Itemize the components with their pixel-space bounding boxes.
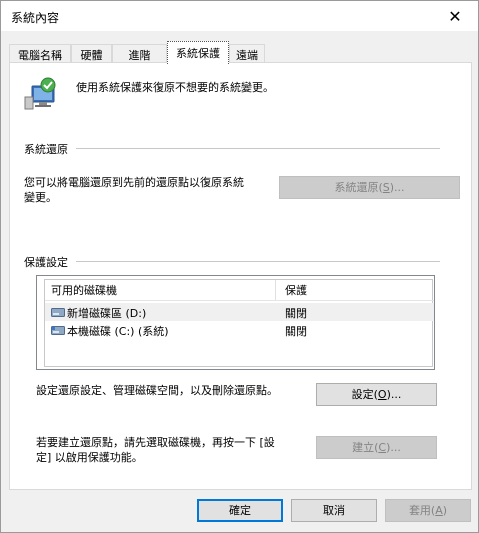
tab-hardware[interactable]: 硬體 — [71, 44, 112, 63]
restore-description-line: 您可以將電腦還原到先前的還原點以復原系統 — [24, 176, 244, 189]
title-bar: 系統內容 ✕ — [1, 1, 478, 31]
window-title: 系統內容 — [11, 11, 60, 25]
create-description-line: 若要建立還原點，請先選取磁碟機，再按一下 [設 — [36, 436, 275, 449]
button-text: )... — [386, 388, 402, 401]
ok-button[interactable]: 確定 — [197, 499, 283, 522]
column-separator[interactable] — [275, 280, 276, 300]
intro-text: 使用系統保護來復原不想要的系統變更。 — [76, 81, 274, 94]
tab-label: 遠端 — [236, 49, 258, 62]
system-protection-panel: 使用系統保護來復原不想要的系統變更。 系統還原 您可以將電腦還原到先前的還原點以… — [9, 62, 472, 490]
tab-system-protection[interactable]: 系統保護 — [167, 41, 229, 64]
tab-computer-name[interactable]: 電腦名稱 — [9, 44, 71, 63]
drive-row[interactable]: 新增磁碟區 (D:) 關閉 — [45, 303, 434, 321]
system-restore-button[interactable]: 系統還原(S)... — [279, 176, 460, 199]
tab-label: 電腦名稱 — [18, 49, 62, 62]
drive-row[interactable]: 本機磁碟 (C:) (系統) 關閉 — [45, 321, 434, 339]
create-description-line: 定] 以啟用保護功能。 — [36, 451, 143, 464]
button-accelerator: A — [435, 504, 443, 517]
restore-description: 您可以將電腦還原到先前的還原點以復原系統 變更。 — [24, 175, 244, 205]
button-text: )... — [389, 181, 405, 194]
button-accelerator: S — [382, 181, 390, 194]
restore-group-label: 系統還原 — [24, 143, 68, 156]
tab-label: 系統保護 — [176, 47, 220, 60]
drive-name: 本機磁碟 (C:) (系統) — [67, 325, 169, 338]
protection-status: 關閉 — [285, 325, 307, 338]
tab-advanced[interactable]: 進階 — [112, 44, 167, 63]
tab-label: 進階 — [128, 49, 151, 62]
button-text: 取消 — [323, 504, 345, 517]
restore-description-line: 變更。 — [24, 191, 57, 204]
button-text: 系統還原( — [334, 181, 383, 194]
system-properties-window: 系統內容 ✕ 電腦名稱 硬體 進階 系統保護 遠端 使用系統保護來復原不想要的系… — [0, 0, 479, 533]
group-divider — [76, 261, 440, 262]
button-text: 設定( — [351, 388, 378, 401]
apply-button[interactable]: 套用(A) — [385, 499, 471, 522]
button-text: ) — [442, 504, 448, 517]
tab-label: 硬體 — [80, 49, 103, 62]
button-text: 確定 — [229, 504, 251, 517]
configure-button[interactable]: 設定(O)... — [316, 383, 437, 406]
protection-status: 關閉 — [285, 307, 307, 320]
button-accelerator: C — [378, 441, 387, 454]
tab-remote[interactable]: 遠端 — [229, 44, 265, 63]
button-text: )... — [386, 441, 401, 454]
cancel-button[interactable]: 取消 — [291, 499, 377, 522]
system-protection-icon — [24, 77, 56, 110]
button-text: 建立( — [352, 441, 379, 454]
drive-list-inner: 可用的磁碟機 保護 新增磁碟區 (D:) 關閉 本機磁碟 (C:) (系統) 關… — [44, 279, 434, 367]
system-drive-icon — [51, 326, 65, 335]
drive-name: 新增磁碟區 (D:) — [67, 307, 147, 320]
column-header-drives[interactable]: 可用的磁碟機 — [51, 282, 117, 298]
button-text: 套用( — [408, 504, 436, 517]
close-icon: ✕ — [448, 6, 462, 26]
protection-group-label: 保護設定 — [24, 256, 68, 269]
drive-list[interactable]: 可用的磁碟機 保護 新增磁碟區 (D:) 關閉 本機磁碟 (C:) (系統) 關… — [36, 275, 435, 370]
group-divider — [76, 148, 440, 149]
column-header-protection[interactable]: 保護 — [285, 282, 307, 298]
close-button[interactable]: ✕ — [432, 1, 478, 31]
configure-description: 設定還原設定、管理磁碟空間，以及刪除還原點。 — [36, 384, 278, 397]
header-divider — [45, 300, 434, 301]
hard-drive-icon — [51, 308, 65, 317]
create-description: 若要建立還原點，請先選取磁碟機，再按一下 [設 定] 以啟用保護功能。 — [36, 435, 275, 465]
button-accelerator: O — [377, 388, 387, 401]
create-button[interactable]: 建立(C)... — [316, 436, 437, 459]
